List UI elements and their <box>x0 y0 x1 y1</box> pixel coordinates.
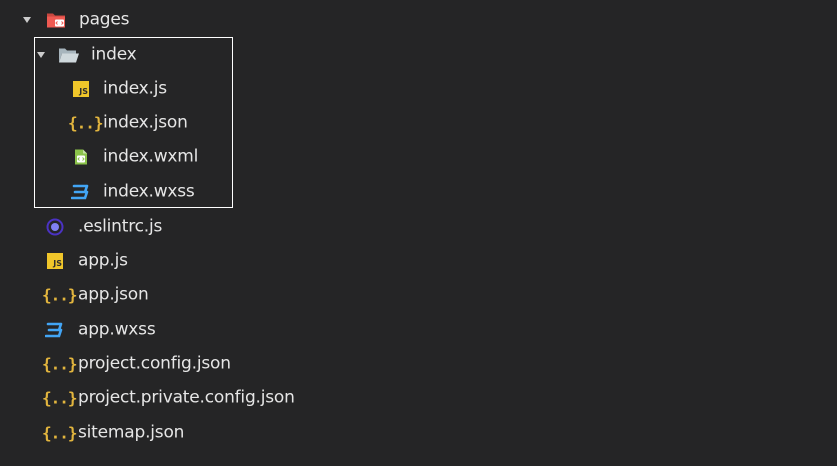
tree-item-label: app.json <box>78 284 149 305</box>
js-file-icon: JS <box>47 253 63 269</box>
tree-item-file[interactable]: {..} index.json <box>0 106 837 140</box>
js-file-icon: JS <box>73 81 89 97</box>
wxml-file-icon <box>73 149 89 166</box>
tree-item-label: index.wxml <box>103 146 199 167</box>
tree-item-file[interactable]: JS index.js <box>0 72 837 106</box>
json-file-icon: {..} <box>42 354 78 374</box>
tree-item-file[interactable]: JS app.js <box>0 244 837 278</box>
tree-item-label: project.config.json <box>78 353 231 374</box>
tree-item-label: index.json <box>103 112 188 133</box>
json-file-icon: {..} <box>42 285 78 305</box>
tree-item-label: sitemap.json <box>78 422 185 443</box>
tree-item-file[interactable]: index.wxss <box>0 175 837 209</box>
tree-item-file[interactable]: {..} project.config.json <box>0 347 837 381</box>
folder-open-icon <box>58 47 80 64</box>
eslint-file-icon <box>46 218 64 236</box>
tree-item-file[interactable]: {..} app.json <box>0 278 837 312</box>
tree-item-index-folder[interactable]: index <box>0 38 837 72</box>
json-file-icon: {..} <box>42 423 78 443</box>
tree-item-label: index <box>91 44 137 65</box>
chevron-down-icon[interactable] <box>37 52 45 58</box>
tree-item-label: index.wxss <box>103 181 195 202</box>
chevron-down-icon[interactable] <box>23 17 31 23</box>
css-file-icon <box>45 322 63 338</box>
json-file-icon: {..} <box>42 388 78 408</box>
json-file-icon: {..} <box>68 113 104 133</box>
tree-item-file[interactable]: .eslintrc.js <box>0 210 837 244</box>
tree-item-label: index.js <box>103 78 167 99</box>
tree-item-file[interactable]: app.wxss <box>0 313 837 347</box>
tree-item-pages-folder[interactable]: pages <box>0 3 837 37</box>
tree-item-file[interactable]: {..} sitemap.json <box>0 416 837 450</box>
tree-item-label: app.wxss <box>78 319 156 340</box>
folder-pages-icon <box>46 12 66 29</box>
tree-item-label: project.private.config.json <box>78 387 295 408</box>
tree-item-file[interactable]: index.wxml <box>0 140 837 174</box>
tree-item-label: app.js <box>78 250 128 271</box>
css-file-icon <box>71 184 89 200</box>
tree-item-label: .eslintrc.js <box>78 216 163 237</box>
tree-item-file[interactable]: {..} project.private.config.json <box>0 381 837 415</box>
tree-item-label: pages <box>79 9 130 30</box>
